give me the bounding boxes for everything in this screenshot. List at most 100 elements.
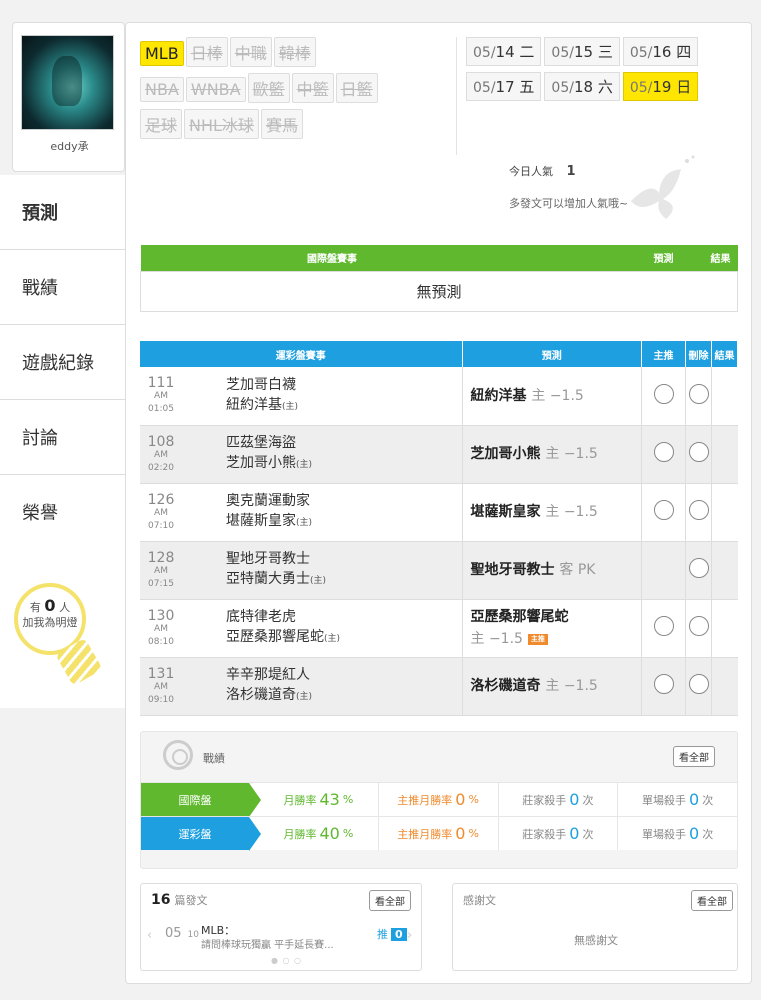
game-no: 126 [147,491,175,508]
date-month: 05/ [629,80,653,96]
avatar[interactable] [21,35,114,130]
main-pick-radio[interactable] [653,442,674,462]
side-nav: 預測 戰績 遊戲紀錄 討論 榮譽 [0,175,128,550]
record-view-all-button[interactable]: 看全部 [673,746,715,767]
intl-header-game: 國際盤賽事 [140,245,524,271]
delete-cell [685,541,712,600]
delete-radio[interactable] [688,674,709,694]
house-killer-value: 0 [569,790,580,809]
away-team[interactable]: 芝加哥白襪 [226,375,462,395]
date-button[interactable]: 05/18 六 [544,72,620,101]
main-pick-badge: 主推 [527,633,548,645]
game-teams: 芝加哥白襪 紐約洋基(主) [182,367,462,426]
lottery-header-result: 結果 [711,341,738,367]
house-killer-label: 莊家殺手 [522,793,567,807]
date-button[interactable]: 05/14 二 [466,37,542,66]
sport-tag[interactable]: 歐籃 [247,73,290,103]
date-weekday: 四 [676,43,692,61]
home-team[interactable]: 亞歷桑那響尾蛇 [226,629,324,645]
game-teams: 奧克蘭運動家 堪薩斯皇家(主) [182,483,462,542]
single-killer-unit: 次 [702,827,714,841]
sport-tag[interactable]: NBA [140,77,184,102]
date-month: 05/ [629,45,653,61]
winrate-label: 月勝率 [283,827,317,841]
delete-radio[interactable] [688,383,709,404]
game-number: 126 AM 07:10 [140,483,182,542]
record-title: 戰績 [203,752,225,765]
main-pick-radio[interactable] [653,674,674,694]
date-button[interactable]: 05/16 四 [622,37,699,66]
date-month: 05/ [551,45,574,61]
sport-tag[interactable]: WNBA [185,77,246,102]
date-weekday: 六 [597,78,613,96]
game-no: 130 [147,607,175,624]
table-row: 130 AM 08:10 底特律老虎 亞歷桑那響尾蛇(主) 亞歷桑那響尾蛇 主 −1.5… [140,599,738,658]
month-winrate: 月勝率 40% [249,817,378,850]
thanks-view-all-button[interactable]: 看全部 [691,890,733,911]
delete-radio[interactable] [688,442,709,462]
posts-view-all-button[interactable]: 看全部 [369,890,411,911]
nav-item-predict[interactable]: 預測 [0,175,128,250]
main-pick-radio[interactable] [653,500,674,520]
month-winrate: 月勝率 43% [249,783,378,816]
main-pick-radio[interactable] [653,383,674,404]
home-team[interactable]: 洛杉磯道奇 [226,687,296,703]
main-pick-radio[interactable] [653,616,674,636]
main-winrate: 主推月勝率 0% [377,783,498,816]
sport-tag[interactable]: 中職 [229,37,272,67]
nav-item-honor[interactable]: 榮譽 [0,475,125,550]
away-team[interactable]: 聖地牙哥教士 [226,549,462,569]
intl-empty: 無預測 [140,270,738,312]
popularity: 今日人氣 1 [509,163,576,179]
sport-tag[interactable]: 賽馬 [260,109,303,139]
date-weekday: 日 [676,78,692,96]
home-team[interactable]: 芝加哥小熊 [226,455,296,471]
game-no: 111 [147,375,175,392]
date-button[interactable]: 05/15 三 [544,37,620,66]
next-arrow-icon[interactable]: › [407,928,412,943]
post-title[interactable]: 請問棒球玩獨贏 平手延長賽... [201,936,361,951]
date-month: 05/ [473,45,496,61]
pick-team: 洛杉磯道奇 [470,678,541,694]
main-pick-cell [641,483,686,542]
away-team[interactable]: 奧克蘭運動家 [226,491,462,511]
sport-tag[interactable]: 日籃 [335,73,378,103]
fans-caption: 加我為明燈 [22,616,78,629]
prediction: 聖地牙哥教士 客 PK [461,541,642,600]
date-day: 17 [495,78,515,96]
fans-count[interactable]: 有 0 人 加我為明燈 [14,598,86,630]
date-weekday: 二 [519,43,535,61]
sport-tag[interactable]: 日棒 [185,37,228,67]
away-team[interactable]: 匹茲堡海盜 [226,433,462,453]
nav-item-record[interactable]: 戰績 [0,250,125,325]
nav-item-discussion[interactable]: 討論 [0,400,125,475]
delete-radio[interactable] [688,616,709,636]
username[interactable]: eddy承 [13,138,126,154]
popularity-value: 1 [566,164,576,179]
home-team[interactable]: 堪薩斯皇家 [226,513,296,529]
game-teams: 匹茲堡海盜 芝加哥小熊(主) [182,425,462,484]
main-pick-cell [641,425,686,484]
pager-dots[interactable]: ● ○ ○ [271,956,302,965]
home-team[interactable]: 紐約洋基 [226,397,282,413]
away-team[interactable]: 底特律老虎 [226,607,462,627]
delete-radio[interactable] [688,500,709,520]
delete-radio[interactable] [688,558,709,578]
date-button[interactable]: 05/19 日 [622,72,699,101]
away-team[interactable]: 辛辛那堤紅人 [226,665,462,685]
sport-tag[interactable]: 韓棒 [273,37,316,67]
sport-tag[interactable]: 中籃 [291,73,334,103]
pick-spread: 主 −1.5 [545,446,598,462]
sport-tag[interactable]: 足球 [140,109,183,139]
prev-arrow-icon[interactable]: ‹ [147,928,152,943]
delete-cell [685,599,712,658]
pick-spread: 主 −1.5 [545,504,598,520]
sport-tag[interactable]: MLB [140,41,184,66]
sidebar: eddy承 預測 戰績 遊戲紀錄 討論 榮譽 有 0 人 加我為明燈 [0,0,128,1000]
nav-item-game-log[interactable]: 遊戲紀錄 [0,325,125,400]
main-winrate-label: 主推月勝率 [397,827,453,841]
sport-tag[interactable]: NHL冰球 [184,109,259,139]
date-button[interactable]: 05/17 五 [466,72,542,101]
lottery-header-game: 運彩盤賽事 [140,341,463,367]
home-team[interactable]: 亞特蘭大勇士 [226,571,310,587]
